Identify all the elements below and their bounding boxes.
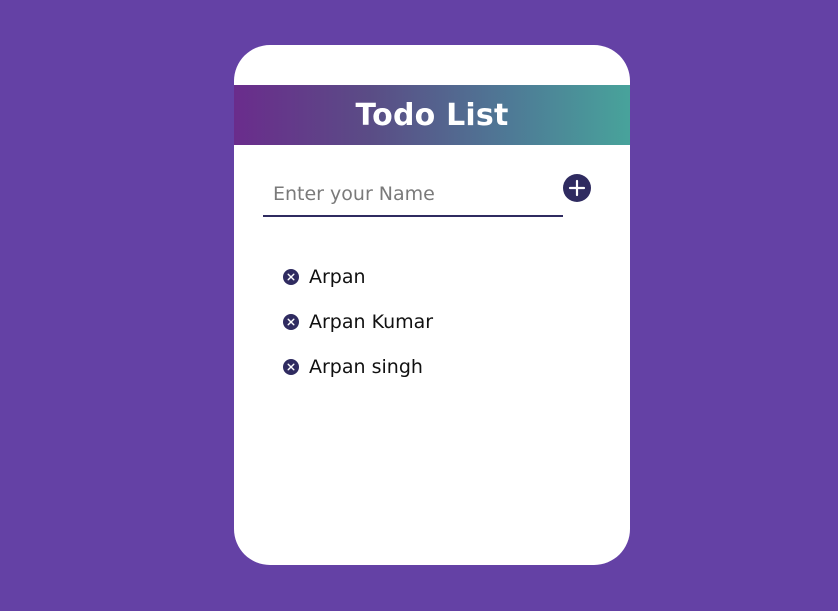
add-todo-button[interactable] xyxy=(563,174,591,202)
delete-todo-button[interactable] xyxy=(283,358,299,375)
todo-card: Todo List Arpan xyxy=(234,45,630,565)
todo-item: Arpan Kumar xyxy=(283,299,433,344)
todo-item: Arpan xyxy=(283,254,433,299)
todo-text: Arpan Kumar xyxy=(309,310,434,333)
todo-text: Arpan singh xyxy=(309,355,423,378)
name-input-wrapper xyxy=(263,175,563,217)
close-icon xyxy=(287,362,295,371)
name-input[interactable] xyxy=(263,175,563,213)
delete-todo-button[interactable] xyxy=(283,268,299,285)
delete-todo-button[interactable] xyxy=(283,313,299,330)
close-icon xyxy=(287,272,295,281)
todo-header: Todo List xyxy=(234,85,630,145)
todo-text: Arpan xyxy=(309,265,366,288)
close-icon xyxy=(287,317,295,326)
plus-icon xyxy=(568,179,586,197)
todo-list: Arpan Arpan Kumar Arpan singh xyxy=(283,254,433,389)
app-title: Todo List xyxy=(355,97,509,133)
todo-item: Arpan singh xyxy=(283,344,433,389)
